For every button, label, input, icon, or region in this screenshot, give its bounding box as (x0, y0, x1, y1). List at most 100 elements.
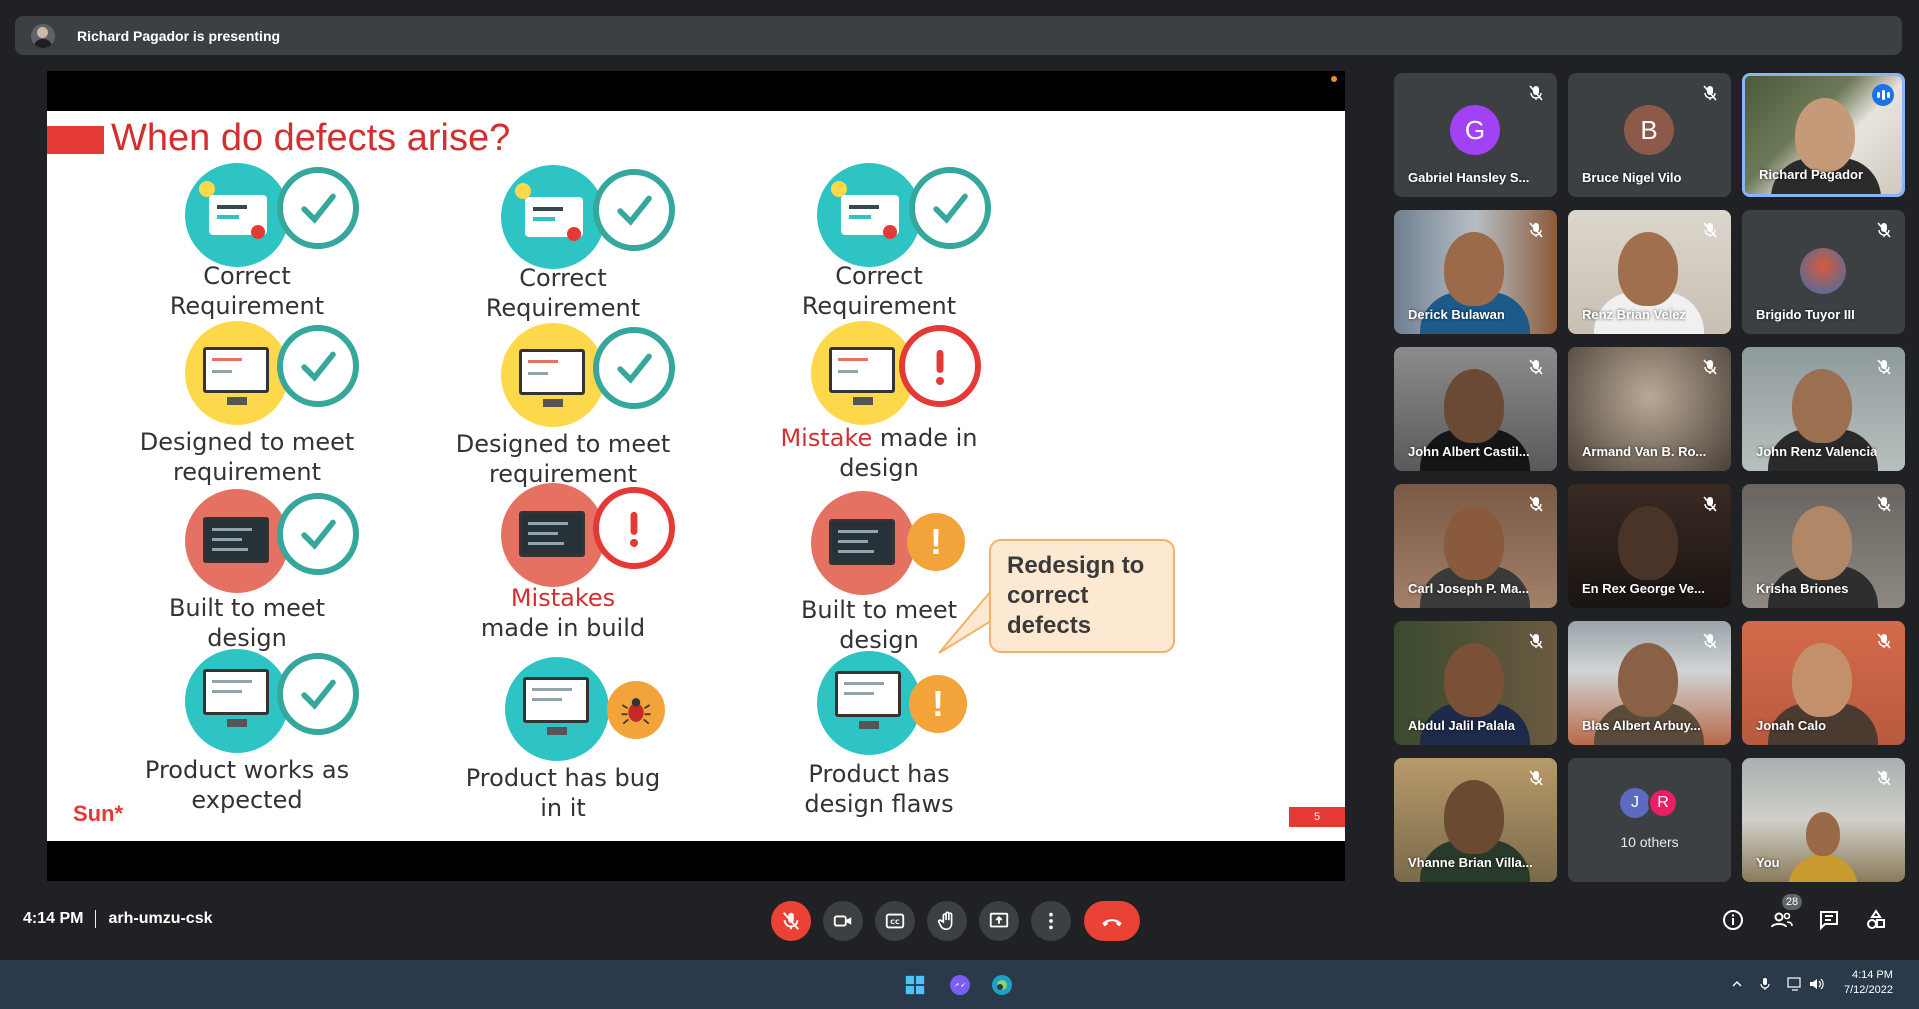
mic-off-icon (1529, 496, 1543, 512)
product-caption: Product works as expected (144, 756, 350, 814)
hang-up-icon (1102, 919, 1122, 927)
requirement-caption: Correct Requirement (801, 262, 957, 320)
exclamation-icon: ! (909, 675, 967, 733)
present-icon (989, 912, 1009, 928)
people-button[interactable] (1768, 906, 1796, 934)
participant-tile[interactable]: Carl Joseph P. Ma... (1394, 484, 1557, 608)
captions-button[interactable]: CC (875, 901, 915, 941)
windows-start-icon[interactable] (902, 972, 928, 998)
others-avatar: R (1648, 788, 1678, 818)
requirement-board-icon (501, 165, 605, 269)
present-screen-button[interactable] (979, 901, 1019, 941)
participant-name: Vhanne Brian Villa... (1408, 855, 1533, 870)
others-tile[interactable]: J R 10 others (1568, 758, 1731, 882)
participant-tile[interactable]: Abdul Jalil Palala (1394, 621, 1557, 745)
build-code-icon (501, 483, 605, 587)
mic-off-icon (1703, 359, 1717, 375)
check-icon (277, 325, 359, 407)
participant-avatar-photo (1800, 248, 1846, 294)
video-face (1795, 98, 1855, 172)
people-count-badge: 28 (1782, 894, 1802, 910)
participant-avatar: G (1450, 105, 1500, 155)
participant-tile[interactable]: Armand Van B. Ro... (1568, 347, 1731, 471)
participant-name: Krisha Briones (1756, 581, 1849, 596)
mic-off-icon (1529, 222, 1543, 238)
check-icon (593, 169, 675, 251)
participant-name: Derick Bulawan (1408, 307, 1505, 322)
participant-name: Abdul Jalil Palala (1408, 718, 1515, 733)
svg-text:CC: CC (890, 918, 900, 926)
taskbar-time: 4:14 PM (1851, 969, 1893, 981)
design-monitor-icon (501, 323, 605, 427)
mic-off-icon (782, 912, 800, 930)
meeting-code: arh-umzu-csk (108, 910, 213, 927)
raise-hand-button[interactable] (927, 901, 967, 941)
product-caption: Product has design flaws (804, 760, 954, 818)
meeting-details-button[interactable] (1719, 906, 1747, 934)
network-tray-icon[interactable] (1786, 975, 1804, 993)
leave-call-button[interactable] (1084, 901, 1140, 941)
design-caption: Designed to meet requirement (455, 430, 671, 488)
taskbar-clock[interactable]: 4:14 PM 7/12/2022 (1844, 968, 1893, 998)
participant-name: Renz Brian Velez (1582, 307, 1687, 322)
check-icon (277, 167, 359, 249)
microphone-tray-icon[interactable] (1756, 975, 1774, 993)
participant-tile[interactable]: En Rex George Ve... (1568, 484, 1731, 608)
participant-tile[interactable]: John Albert Castil... (1394, 347, 1557, 471)
participant-tile-speaking[interactable]: Richard Pagador (1742, 73, 1905, 197)
design-monitor-icon (185, 321, 289, 425)
self-tile[interactable]: You (1742, 758, 1905, 882)
participant-name: Richard Pagador (1759, 167, 1864, 182)
mic-off-icon (1529, 770, 1543, 786)
messenger-icon[interactable] (947, 972, 973, 998)
participant-name: John Albert Castil... (1408, 444, 1530, 459)
meeting-info: 4:14 PM arh-umzu-csk (23, 910, 213, 928)
camera-toggle-button[interactable] (823, 901, 863, 941)
mic-off-icon (1703, 496, 1717, 512)
participant-tile[interactable]: Derick Bulawan (1394, 210, 1557, 334)
participant-name: Carl Joseph P. Ma... (1408, 581, 1530, 596)
mic-off-icon (1703, 633, 1717, 649)
mic-off-icon (1877, 222, 1891, 238)
more-options-button[interactable] (1031, 901, 1071, 941)
mic-off-icon (1877, 770, 1891, 786)
check-icon (909, 167, 991, 249)
people-icon (1771, 912, 1793, 928)
chat-button[interactable] (1815, 906, 1843, 934)
mic-off-icon (1703, 85, 1717, 101)
slide-title: When do defects arise? (111, 117, 511, 159)
presentation-stage: When do defects arise? Correct Requiremen… (47, 71, 1345, 881)
participant-name: John Renz Valencia (1756, 444, 1878, 459)
browser-icon[interactable] (989, 972, 1015, 998)
participant-tile[interactable]: Jonah Calo (1742, 621, 1905, 745)
volume-tray-icon[interactable] (1808, 975, 1826, 993)
participant-tile[interactable]: John Renz Valencia (1742, 347, 1905, 471)
mic-off-icon (1877, 633, 1891, 649)
mic-off-icon (1877, 359, 1891, 375)
participant-name: Jonah Calo (1756, 718, 1827, 733)
participant-tile[interactable]: Vhanne Brian Villa... (1394, 758, 1557, 882)
bug-icon (607, 681, 665, 739)
chevron-up-icon[interactable] (1728, 975, 1746, 993)
participant-tile[interactable]: Blas Albert Arbuy... (1568, 621, 1731, 745)
meeting-time: 4:14 PM (23, 910, 84, 927)
chat-icon (1820, 911, 1838, 931)
check-icon (277, 653, 359, 735)
mic-off-icon (1529, 85, 1543, 101)
participant-tile[interactable]: Renz Brian Velez (1568, 210, 1731, 334)
participant-tile[interactable]: Brigido Tuyor III (1742, 210, 1905, 334)
participant-tile[interactable]: Krisha Briones (1742, 484, 1905, 608)
slide-title-bar (47, 126, 104, 154)
activities-button[interactable] (1862, 906, 1890, 934)
mic-off-icon (1703, 222, 1717, 238)
participant-name: Armand Van B. Ro... (1582, 444, 1707, 459)
mic-toggle-button[interactable] (771, 901, 811, 941)
more-vert-icon (1049, 912, 1053, 930)
design-caption: Mistake made in design (780, 424, 978, 482)
others-avatar: J (1620, 788, 1650, 818)
exclamation-icon (899, 325, 981, 407)
speaking-indicator-icon (1872, 84, 1894, 106)
participant-avatar: B (1624, 105, 1674, 155)
participant-tile[interactable]: B Bruce Nigel Vilo (1568, 73, 1731, 197)
participant-tile[interactable]: G Gabriel Hansley S... (1394, 73, 1557, 197)
